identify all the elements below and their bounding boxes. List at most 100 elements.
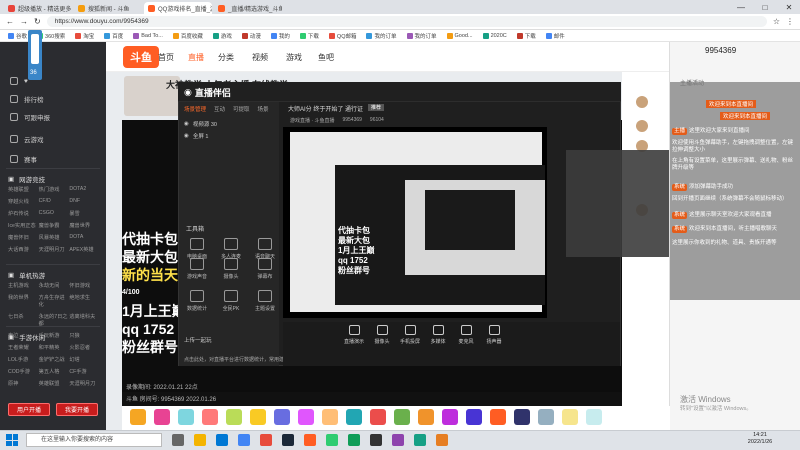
avatar[interactable] [636, 120, 648, 132]
nav-game[interactable]: 游戏 [286, 52, 302, 63]
gift-icon[interactable] [370, 409, 386, 425]
bookmark-item[interactable]: 我的订单 [366, 32, 397, 40]
app-icon[interactable] [436, 434, 448, 446]
gift-icon[interactable] [394, 409, 410, 425]
game-link[interactable]: 天涯明月刀 [69, 380, 100, 387]
nav-fishbar[interactable]: 鱼吧 [318, 52, 334, 63]
nav-video[interactable]: 视频 [252, 52, 268, 63]
gift-icon[interactable] [130, 409, 146, 425]
speaker-button[interactable]: 扬声器 [480, 325, 508, 345]
url-input[interactable]: https://www.douyu.com/9954369 [46, 16, 767, 27]
game-link[interactable]: 大话西游 [8, 246, 39, 253]
game-link[interactable]: DOTA2 [69, 186, 100, 193]
bookmark-item[interactable]: 邮件 [545, 32, 565, 40]
sidebar-item-heart[interactable]: ♥ [0, 72, 106, 90]
game-link[interactable]: 王者荣耀 [8, 344, 39, 351]
tab-extract[interactable]: 可提取 [233, 105, 250, 113]
game-link[interactable]: CF/D [39, 198, 70, 205]
start-live-button[interactable]: 我要开播 [56, 403, 98, 416]
live-demo-button[interactable]: 直播演示 [340, 325, 368, 345]
nav-category[interactable]: 分类 [218, 52, 234, 63]
game-link[interactable]: 火影忍者 [69, 344, 100, 351]
app-icon[interactable] [392, 434, 404, 446]
edge-icon[interactable] [216, 434, 228, 446]
game-link[interactable]: 主机游戏 [8, 282, 39, 289]
user-live-button[interactable]: 用户开播 [8, 403, 50, 416]
danmaku-helper-popup[interactable] [566, 150, 670, 257]
system-clock[interactable]: 14:21 2022/1/26 [740, 432, 780, 446]
game-link[interactable]: 天涯明月刀 [39, 246, 70, 253]
game-link[interactable]: 怀旧游戏 [69, 282, 100, 289]
upload-link[interactable]: 上传一起玩 [184, 336, 212, 344]
gift-icon[interactable] [226, 409, 242, 425]
menu-icon[interactable]: ⋮ [786, 17, 794, 26]
bookmark-item[interactable]: 谷歌 [8, 32, 27, 40]
game-link[interactable]: 永远的7日之都 [39, 313, 70, 327]
game-link[interactable]: LOL手游 [8, 356, 39, 363]
bookmark-item[interactable]: 下载 [299, 32, 319, 40]
game-link[interactable]: 魔兽怀旧 [8, 234, 39, 241]
game-link[interactable]: 英雄联盟 [8, 186, 39, 193]
app-icon[interactable] [348, 434, 360, 446]
bookmark-item[interactable]: QQ邮箱 [328, 32, 356, 40]
taskbar-search-input[interactable]: 在这里输入你要搜索的内容 [26, 433, 162, 447]
minimize-button[interactable]: — [730, 0, 752, 14]
game-link[interactable]: DNF [69, 198, 100, 205]
avatar[interactable] [636, 96, 648, 108]
voice-chat-button[interactable]: 语音聊天 [250, 238, 280, 260]
bookmark-item[interactable]: 我的订单 [406, 32, 437, 40]
gift-icon[interactable] [514, 409, 530, 425]
sidebar-item-rank[interactable]: 排行榜 [0, 90, 106, 108]
game-link[interactable]: DOTA [69, 234, 100, 241]
bookmark-item[interactable]: Bad To... [133, 32, 163, 39]
star-icon[interactable]: ☆ [773, 17, 780, 26]
game-link[interactable]: Ice实用正态 [8, 222, 39, 229]
game-link[interactable]: 和平精英 [39, 344, 70, 351]
gift-icon[interactable] [418, 409, 434, 425]
theme-button[interactable]: 主题设置 [250, 290, 280, 312]
douyu-icon[interactable] [304, 434, 316, 446]
gift-icon[interactable] [490, 409, 506, 425]
game-link[interactable]: 永劫无间 [39, 282, 70, 289]
close-window-button[interactable]: ✕ [778, 0, 800, 14]
bookmark-item[interactable]: 我的 [270, 32, 290, 40]
microphone-button[interactable]: 麦克风 [452, 325, 480, 345]
bookmark-item[interactable]: 游戏 [212, 32, 232, 40]
task-view-icon[interactable] [172, 434, 184, 446]
media-button[interactable]: 多媒体 [424, 325, 452, 345]
back-icon[interactable]: ← [6, 17, 14, 26]
game-link[interactable]: 第五人格 [39, 368, 70, 375]
bookmark-item[interactable]: 百度 [104, 32, 123, 40]
tab-scenes[interactable]: 场景管理 [184, 105, 206, 113]
gift-icon[interactable] [562, 409, 578, 425]
phone-cast-button[interactable]: 手机投屏 [396, 325, 424, 345]
app-icon[interactable] [414, 434, 426, 446]
bookmark-item[interactable]: Good... [446, 32, 473, 39]
game-link[interactable]: CF手游 [69, 368, 100, 375]
game-link[interactable]: 风暴英雄 [39, 234, 70, 241]
wechat-icon[interactable] [326, 434, 338, 446]
gift-icon[interactable] [442, 409, 458, 425]
game-link[interactable]: 金铲铲之战 [39, 356, 70, 363]
game-link[interactable]: 魔兽世界 [69, 222, 100, 229]
game-link[interactable]: 我的世界 [8, 294, 39, 308]
bookmark-item[interactable]: 动漫 [241, 32, 261, 40]
camera-button[interactable]: 摄像头 [216, 258, 246, 280]
game-link[interactable]: 英雄联盟 [39, 380, 70, 387]
forward-icon[interactable]: → [20, 17, 28, 26]
gift-icon[interactable] [538, 409, 554, 425]
game-link[interactable]: 热门游戏 [39, 186, 70, 193]
bookmark-item[interactable]: 百度收藏 [172, 32, 203, 40]
bookmark-item[interactable]: 下载 [516, 32, 536, 40]
sidebar-item-apply[interactable]: 可跟申报 [0, 108, 106, 126]
browser-tab[interactable]: 超级播放 - 精选更多 [4, 2, 72, 14]
gift-icon[interactable] [466, 409, 482, 425]
gift-icon[interactable] [346, 409, 362, 425]
game-audio-button[interactable]: 游戏声音 [182, 258, 212, 280]
sidebar-item-events[interactable]: 赛事 [0, 150, 106, 168]
reload-icon[interactable]: ↻ [34, 17, 41, 26]
game-link[interactable]: 七日杀 [8, 313, 39, 327]
bookmark-item[interactable]: 淘宝 [75, 32, 94, 40]
gift-icon[interactable] [154, 409, 170, 425]
bookmark-item[interactable]: 2020C [482, 32, 507, 39]
